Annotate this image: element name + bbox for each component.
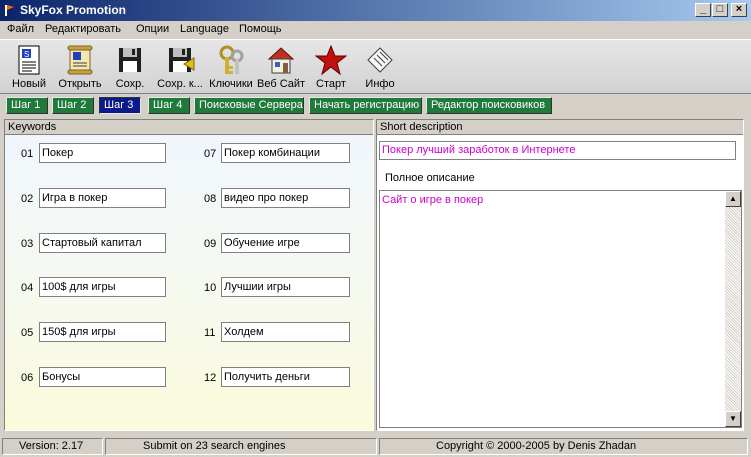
keyword-field-01[interactable]: Покер xyxy=(39,143,166,163)
open-button[interactable]: Открыть xyxy=(57,44,103,94)
keyword-number: 12 xyxy=(204,372,217,384)
keyword-number: 10 xyxy=(204,282,217,294)
keyword-field-10[interactable]: Лучшии игры xyxy=(221,277,350,297)
keyword-number: 07 xyxy=(204,148,217,160)
keyword-field-05[interactable]: 150$ для игры xyxy=(39,322,166,342)
maximize-button[interactable]: □ xyxy=(712,3,728,17)
menu-language[interactable]: Language xyxy=(180,23,229,35)
star-icon xyxy=(315,44,347,76)
tab-step-4[interactable]: Шаг 4 xyxy=(148,97,190,114)
menu-help[interactable]: Помощь xyxy=(239,23,282,35)
info-label: Инфо xyxy=(365,78,395,90)
tab-step-2[interactable]: Шаг 2 xyxy=(52,97,94,114)
full-description-label: Полное описание xyxy=(385,172,475,184)
full-description-textarea[interactable]: Сайт о игре в покер ▲ ▼ xyxy=(379,190,742,428)
keyword-number: 08 xyxy=(204,193,217,205)
tab-step-1[interactable]: Шаг 1 xyxy=(6,97,48,114)
save-as-floppy-icon xyxy=(169,48,195,72)
keyword-number: 06 xyxy=(21,372,34,384)
keyword-field-12[interactable]: Получить деньги xyxy=(221,367,350,387)
keyword-number: 05 xyxy=(21,327,34,339)
short-description-header: Short description xyxy=(377,120,743,135)
keyword-number: 11 xyxy=(204,327,216,339)
keyword-field-03[interactable]: Стартовый капитал xyxy=(39,233,166,253)
step-tabs: Шаг 1 Шаг 2 Шаг 3 Шаг 4 Поисковые Сервер… xyxy=(0,95,751,117)
app-fox-icon xyxy=(5,5,14,16)
keywords-panel: Keywords 01 Покер 02 Игра в покер 03 Ста… xyxy=(4,119,374,431)
keyword-field-08[interactable]: видео про покер xyxy=(221,188,350,208)
status-submit: Submit on 23 search engines xyxy=(105,438,377,455)
keyword-number: 09 xyxy=(204,238,217,250)
keyword-number: 03 xyxy=(21,238,34,250)
close-button[interactable]: × xyxy=(731,3,747,17)
menu-bar: Файл Редактировать Опции Language Помощь xyxy=(0,21,751,39)
scroll-down-arrow-icon[interactable]: ▼ xyxy=(725,411,741,427)
keys-label: Ключики xyxy=(209,78,253,90)
keys-button[interactable]: Ключики xyxy=(207,44,255,94)
vertical-scrollbar[interactable]: ▲ ▼ xyxy=(725,191,741,427)
keyword-number: 04 xyxy=(21,282,34,294)
keyword-field-04[interactable]: 100$ для игры xyxy=(39,277,166,297)
open-label: Открыть xyxy=(58,78,102,90)
app-window: SkyFox Promotion _ □ × Файл Редактироват… xyxy=(0,0,751,457)
info-icon xyxy=(367,47,393,73)
save-floppy-icon xyxy=(119,48,141,72)
scroll-up-arrow-icon[interactable]: ▲ xyxy=(725,191,741,207)
minimize-button[interactable]: _ xyxy=(695,3,711,17)
status-copyright: Copyright © 2000-2005 by Denis Zhadan xyxy=(379,438,748,455)
window-title: SkyFox Promotion xyxy=(20,3,127,17)
description-panel: Short description Покер лучший заработок… xyxy=(376,119,744,431)
keywords-header: Keywords xyxy=(5,120,373,135)
save-as-button[interactable]: Сохр. к... xyxy=(156,44,204,94)
website-button[interactable]: Веб Сайт xyxy=(257,44,305,94)
info-button[interactable]: Инфо xyxy=(361,44,399,94)
website-label: Веб Сайт xyxy=(257,78,306,90)
short-description-input[interactable]: Покер лучший заработок в Интернете xyxy=(379,141,736,160)
menu-options[interactable]: Опции xyxy=(136,23,169,35)
save-button[interactable]: Сохр. xyxy=(112,44,148,94)
tab-search-engine-editor[interactable]: Редактор поисковиков xyxy=(426,97,552,114)
tab-start-registration[interactable]: Начать регистрацию xyxy=(309,97,422,114)
keyword-field-02[interactable]: Игра в покер xyxy=(39,188,166,208)
keyword-number: 01 xyxy=(21,148,34,160)
open-scroll-icon xyxy=(67,45,93,75)
new-label: Новый xyxy=(12,78,46,90)
home-icon xyxy=(267,47,295,74)
save-label: Сохр. xyxy=(115,78,145,90)
keyword-field-09[interactable]: Обучение игре xyxy=(221,233,350,253)
menu-edit[interactable]: Редактировать xyxy=(45,23,121,35)
new-button[interactable]: S Новый xyxy=(8,44,50,94)
status-version: Version: 2.17 xyxy=(2,438,103,455)
new-document-icon: S xyxy=(18,45,40,75)
keyword-field-07[interactable]: Покер комбинации xyxy=(221,143,350,163)
toolbar: S Новый Открыть Сохр. Сохр. к... Ключики… xyxy=(0,39,751,94)
tab-search-servers[interactable]: Поисковые Сервера xyxy=(194,97,304,114)
keyword-field-06[interactable]: Бонусы xyxy=(39,367,166,387)
title-bar[interactable]: SkyFox Promotion _ □ × xyxy=(0,0,751,21)
keyword-number: 02 xyxy=(21,193,34,205)
svg-text:S: S xyxy=(24,50,29,59)
save-as-label: Сохр. к... xyxy=(157,78,203,90)
status-bar: Version: 2.17 Submit on 23 search engine… xyxy=(0,436,751,457)
start-button[interactable]: Старт xyxy=(312,44,350,94)
start-label: Старт xyxy=(316,78,346,90)
keyword-field-11[interactable]: Холдем xyxy=(221,322,350,342)
tab-step-3[interactable]: Шаг 3 xyxy=(99,97,141,114)
full-description-text: Сайт о игре в покер xyxy=(382,194,484,206)
menu-file[interactable]: Файл xyxy=(7,23,34,35)
keys-icon xyxy=(219,45,244,74)
